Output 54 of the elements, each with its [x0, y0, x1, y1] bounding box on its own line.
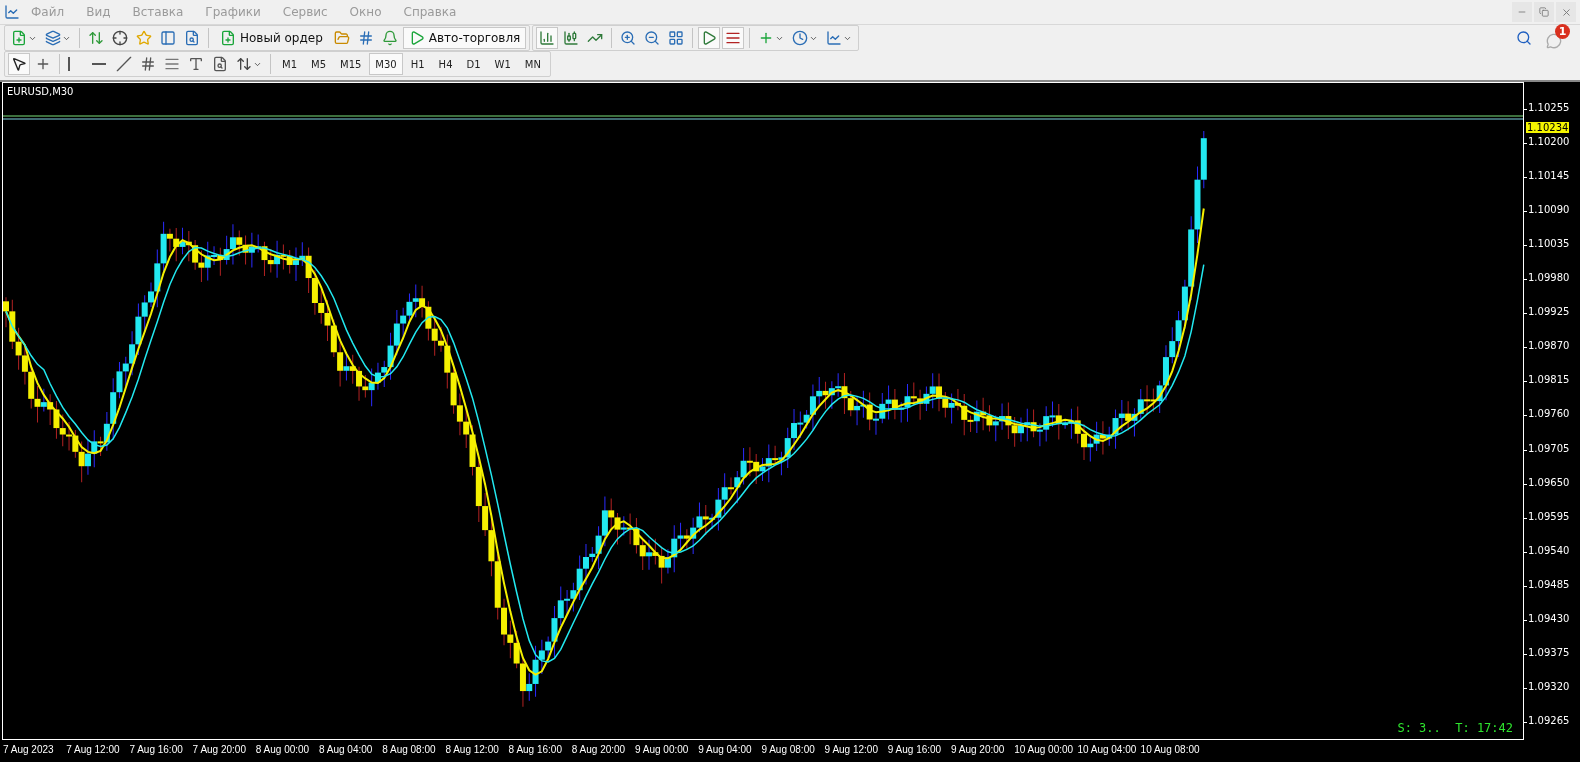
timeframe-button[interactable]: W1 — [488, 53, 517, 75]
status-text: S: 3.. T: 17:42 — [1397, 721, 1513, 735]
timeframe-button[interactable]: D1 — [460, 53, 487, 75]
price-label: 1.09925 — [1528, 306, 1570, 318]
timeframe-button[interactable]: M5 — [305, 53, 332, 75]
notifications-button[interactable]: 1 — [1546, 27, 1568, 49]
price-label: 1.10090 — [1528, 204, 1570, 216]
time-label: 10 Aug 00:00 — [1014, 744, 1074, 755]
time-label: 7 Aug 20:00 — [192, 744, 246, 755]
time-label: 7 Aug 16:00 — [129, 744, 183, 755]
time-label: 7 Aug 2023 — [3, 744, 54, 755]
timeframe-button[interactable]: M30 — [369, 53, 403, 75]
time-label: 9 Aug 00:00 — [635, 744, 689, 755]
price-label: 1.09320 — [1528, 680, 1570, 692]
price-label: 1.09375 — [1528, 646, 1570, 658]
price-label: 1.10255 — [1528, 102, 1570, 113]
price-label: 1.09265 — [1528, 714, 1570, 726]
price-label: 1.09705 — [1528, 442, 1570, 454]
time-label: 8 Aug 20:00 — [571, 744, 626, 755]
new-order-button[interactable]: Новый ордер — [214, 27, 329, 49]
timeframe-button[interactable]: M15 — [334, 53, 368, 75]
autotrading-button[interactable]: Авто-торговля — [402, 27, 527, 49]
time-label: 8 Aug 04:00 — [319, 744, 373, 755]
current-price-label: 1.10234 — [1526, 122, 1570, 133]
price-label: 1.09595 — [1528, 510, 1570, 522]
timeframe-button[interactable]: H1 — [404, 53, 431, 75]
price-label: 1.10200 — [1528, 136, 1570, 148]
price-label: 1.09760 — [1528, 408, 1570, 420]
timeframe-button[interactable]: M1 — [276, 53, 303, 75]
time-label: 8 Aug 08:00 — [382, 744, 436, 755]
time-label: 9 Aug 12:00 — [824, 744, 878, 755]
time-label: 8 Aug 16:00 — [508, 744, 562, 755]
price-label: 1.09430 — [1528, 612, 1570, 624]
time-label: 9 Aug 04:00 — [698, 744, 752, 755]
price-label: 1.09485 — [1528, 578, 1570, 590]
price-label: 1.10145 — [1528, 170, 1570, 182]
price-label: 1.10035 — [1528, 238, 1570, 250]
price-label: 1.09650 — [1528, 476, 1570, 488]
notification-count: 1 — [1555, 24, 1570, 39]
time-label: 9 Aug 16:00 — [887, 744, 942, 755]
time-label: 10 Aug 08:00 — [1140, 744, 1200, 755]
chart-title: EURUSD,M30 — [7, 86, 74, 97]
time-label: 8 Aug 00:00 — [255, 744, 310, 755]
time-label: 9 Aug 20:00 — [951, 744, 1005, 755]
timeframe-button[interactable]: H4 — [432, 53, 459, 75]
time-label: 9 Aug 08:00 — [761, 744, 815, 755]
price-label: 1.09870 — [1528, 340, 1570, 352]
price-label: 1.09540 — [1528, 544, 1570, 556]
price-label: 1.09815 — [1528, 374, 1570, 386]
time-label: 7 Aug 12:00 — [66, 744, 120, 755]
time-label: 10 Aug 04:00 — [1077, 744, 1137, 755]
price-label: 1.09980 — [1528, 272, 1570, 284]
timeframe-button[interactable]: MN — [518, 53, 547, 75]
time-label: 8 Aug 12:00 — [445, 744, 499, 755]
